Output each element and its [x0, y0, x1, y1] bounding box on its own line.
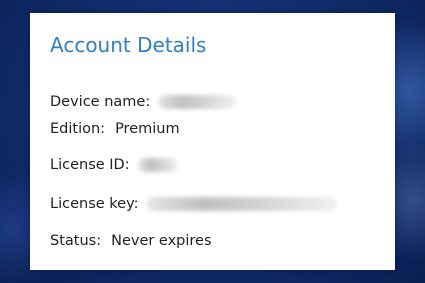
device-name-row: Device name: [50, 91, 237, 113]
status-row: Status: Never expires [50, 230, 212, 252]
card-title: Account Details [50, 33, 207, 57]
edition-value: Premium [115, 121, 180, 137]
status-label: Status: [50, 233, 102, 249]
status-value: Never expires [111, 233, 212, 249]
edition-label: Edition: [50, 121, 106, 137]
license-id-label: License ID: [50, 157, 130, 173]
account-details-card: Account Details Device name: Edition: Pr… [30, 13, 395, 270]
license-key-label: License key: [50, 196, 139, 212]
license-key-row: License key: [50, 193, 337, 215]
edition-row: Edition: Premium [50, 118, 180, 140]
device-name-label: Device name: [50, 94, 151, 110]
device-name-redacted-value [158, 95, 237, 109]
license-key-redacted-value [146, 197, 337, 211]
license-id-redacted-value [137, 158, 178, 172]
license-id-row: License ID: [50, 154, 178, 176]
